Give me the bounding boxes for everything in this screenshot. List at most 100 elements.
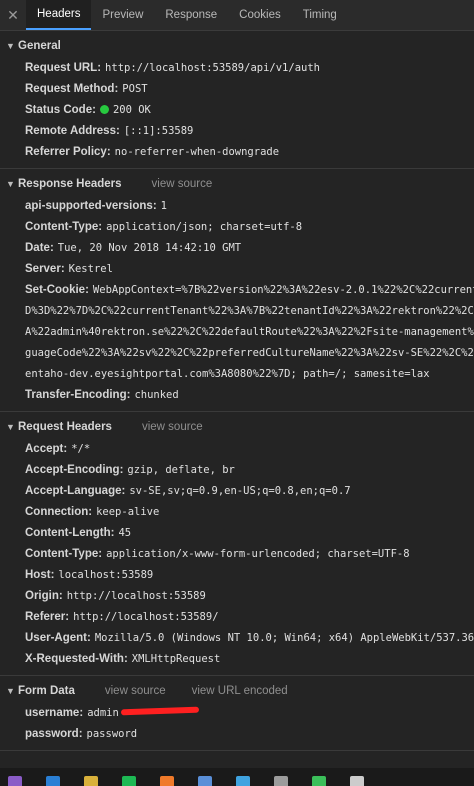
header-value: application/json; charset=utf-8: [106, 220, 303, 233]
colon: :: [98, 220, 103, 233]
header-row-user-agent: User-Agent: Mozilla/5.0 (Windows NT 10.0…: [0, 627, 474, 648]
header-row-date: Date: Tue, 20 Nov 2018 14:42:10 GMT: [0, 237, 474, 258]
windows-icon[interactable]: [236, 776, 250, 786]
header-key: User-Agent: [25, 631, 87, 644]
close-icon[interactable]: ✕: [0, 0, 26, 30]
app-icon[interactable]: [350, 776, 364, 786]
header-row-host: Host: localhost:53589: [0, 564, 474, 585]
colon: :: [86, 631, 91, 644]
header-key: Date: [25, 241, 50, 254]
header-row-accept: Accept: */*: [0, 438, 474, 459]
header-value: Mozilla/5.0 (Windows NT 10.0; Win64; x64…: [94, 631, 474, 644]
colon: :: [152, 199, 157, 212]
request-headers-section-header[interactable]: ▼ Request Headers view source: [0, 416, 474, 438]
header-value-continued: D%3D%22%7D%2C%22currentTenant%22%3A%7B%2…: [25, 304, 474, 317]
firefox-icon[interactable]: [160, 776, 174, 786]
form-key: username: [25, 706, 80, 719]
tab-preview[interactable]: Preview: [91, 0, 154, 30]
set-cookie-continuation: A%22admin%40rektron.se%22%2C%22defaultRo…: [0, 321, 474, 342]
general-section-header[interactable]: ▼ General: [0, 35, 474, 57]
tab-response[interactable]: Response: [154, 0, 228, 30]
header-value: [::1]:53589: [123, 124, 194, 137]
caret-down-icon: ▼: [6, 422, 15, 432]
form-data-section-header[interactable]: ▼ Form Data view source view URL encoded: [0, 680, 474, 702]
set-cookie-continuation: D%3D%22%7D%2C%22currentTenant%22%3A%7B%2…: [0, 300, 474, 321]
header-value: */*: [71, 442, 91, 455]
header-row-connection: Connection: keep-alive: [0, 501, 474, 522]
colon: :: [65, 610, 70, 623]
header-value: http://localhost:53589: [66, 589, 206, 602]
header-value: http://localhost:53589/: [73, 610, 219, 623]
colon: :: [58, 589, 63, 602]
header-row-content-type: Content-Type: application/json; charset=…: [0, 216, 474, 237]
set-cookie-continuation: guageCode%22%3A%22sv%22%2C%22preferredCu…: [0, 342, 474, 363]
colon: :: [106, 145, 111, 158]
header-value: gzip, deflate, br: [127, 463, 235, 476]
section-title: Request Headers: [18, 421, 112, 433]
tab-timing[interactable]: Timing: [292, 0, 348, 30]
section-title: Form Data: [18, 685, 75, 697]
colon: :: [50, 568, 55, 581]
colon: :: [123, 652, 128, 665]
chrome-icon[interactable]: [312, 776, 326, 786]
response-headers-section-header[interactable]: ▼ Response Headers view source: [0, 173, 474, 195]
header-value: Kestrel: [68, 262, 113, 275]
tab-cookies[interactable]: Cookies: [228, 0, 292, 30]
header-value: no-referrer-when-downgrade: [114, 145, 280, 158]
section-title: General: [18, 40, 61, 52]
colon: :: [119, 463, 124, 476]
colon: :: [98, 547, 103, 560]
header-key: Host: [25, 568, 51, 581]
view-source-link[interactable]: view source: [105, 685, 166, 697]
header-key: Set-Cookie: [25, 283, 86, 296]
status-ok-icon: [99, 105, 109, 114]
header-row-server: Server: Kestrel: [0, 258, 474, 279]
header-value: 200 OK: [112, 103, 151, 116]
view-source-link[interactable]: view source: [152, 178, 213, 190]
tab-headers[interactable]: Headers: [26, 0, 92, 30]
view-source-link[interactable]: view source: [142, 421, 203, 433]
colon: :: [92, 103, 96, 116]
caret-down-icon: ▼: [6, 41, 15, 51]
spotify-icon[interactable]: [122, 776, 136, 786]
visual-studio-icon[interactable]: [8, 776, 22, 786]
header-value: http://localhost:53589/api/v1/auth: [105, 61, 320, 74]
response-headers-section: ▼ Response Headers view source api-suppo…: [0, 169, 474, 412]
general-section: ▼ General Request URL: http://localhost:…: [0, 31, 474, 169]
file-explorer-icon[interactable]: [84, 776, 98, 786]
colon: :: [126, 388, 131, 401]
header-key: Referer: [25, 610, 66, 623]
header-key: Remote Address: [25, 124, 116, 137]
remote-desktop-icon[interactable]: [198, 776, 212, 786]
view-url-encoded-link[interactable]: view URL encoded: [192, 685, 288, 697]
form-key: password: [25, 727, 79, 740]
vscode-icon[interactable]: [46, 776, 60, 786]
header-key: Request Method: [25, 82, 115, 95]
header-row-referer: Referer: http://localhost:53589/: [0, 606, 474, 627]
colon: :: [49, 241, 54, 254]
colon: :: [121, 484, 126, 497]
form-row-password: password: password: [0, 723, 474, 744]
header-value: XMLHttpRequest: [131, 652, 221, 665]
form-row-username: username: admin: [0, 702, 474, 723]
header-key: api-supported-versions: [25, 199, 153, 212]
colon: :: [60, 262, 65, 275]
header-value: 45: [118, 526, 132, 539]
set-cookie-continuation: entaho-dev.eyesightportal.com%3A8080%22%…: [0, 363, 474, 384]
header-key: Server: [25, 262, 61, 275]
colon: :: [115, 124, 120, 137]
colon: :: [85, 283, 89, 296]
header-row-status-code: Status Code: 200 OK: [0, 99, 474, 120]
header-value: sv-SE,sv;q=0.9,en-US;q=0.8,en;q=0.7: [129, 484, 351, 497]
header-key: Content-Type: [25, 220, 99, 233]
colon: :: [114, 82, 119, 95]
header-key: Referrer Policy: [25, 145, 107, 158]
header-key: X-Requested-With: [25, 652, 124, 665]
caret-down-icon: ▼: [6, 179, 15, 189]
header-row-request-method: Request Method: POST: [0, 78, 474, 99]
notepad-icon[interactable]: [274, 776, 288, 786]
header-key: Accept-Encoding: [25, 463, 120, 476]
header-row-accept-language: Accept-Language: sv-SE,sv;q=0.9,en-US;q=…: [0, 480, 474, 501]
header-key: Status Code: [25, 103, 93, 116]
header-row-transfer-encoding: Transfer-Encoding: chunked: [0, 384, 474, 405]
